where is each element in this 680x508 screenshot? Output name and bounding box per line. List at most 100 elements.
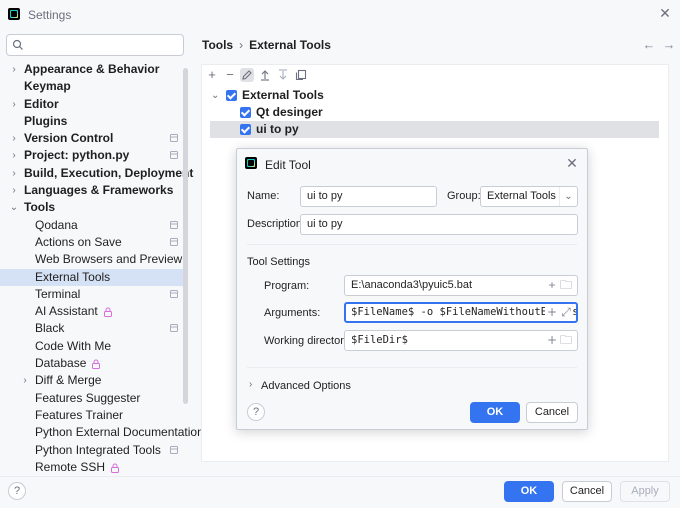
chevron-right-icon[interactable]: ›: [249, 379, 252, 390]
sidebar-item[interactable]: › Languages & Frameworks: [0, 182, 188, 199]
workdir-field-icons: + 🗀: [545, 331, 573, 350]
sidebar-item[interactable]: › Project: python.py: [0, 147, 188, 164]
pycharm-app-icon: [8, 8, 20, 20]
sidebar-item-label: Diff & Merge: [35, 373, 102, 388]
copy-icon[interactable]: [294, 68, 308, 82]
settings-cancel-button[interactable]: Cancel: [562, 481, 612, 502]
settings-help-button[interactable]: ?: [8, 482, 26, 500]
sidebar-item[interactable]: Code With Me: [0, 338, 188, 355]
program-field[interactable]: E:\anaconda3\pyuic5.bat + 🗀: [344, 275, 578, 296]
sidebar-item-label: Version Control: [24, 131, 114, 146]
chevron-right-icon[interactable]: ›: [9, 182, 19, 199]
sidebar-item[interactable]: Database: [0, 355, 188, 372]
browse-folder-icon[interactable]: 🗀: [559, 331, 573, 350]
remove-icon[interactable]: −: [223, 68, 237, 82]
settings-tree: › Appearance & Behavior Keymap › Editor Plugi…: [0, 61, 204, 476]
arguments-label: Arguments:: [264, 307, 321, 319]
tool-item-label: ui to py: [256, 122, 299, 136]
sidebar-item[interactable]: Terminal: [0, 286, 188, 303]
arguments-field-icons: + ⤢: [545, 304, 573, 321]
sidebar-item[interactable]: Web Browsers and Preview: [0, 251, 188, 268]
sidebar-item[interactable]: › Diff & Merge: [0, 372, 188, 389]
advanced-options-toggle[interactable]: Advanced Options: [261, 380, 351, 392]
tool-item-row[interactable]: Qt desinger: [202, 104, 668, 121]
move-down-icon[interactable]: [276, 68, 290, 82]
chevron-right-icon[interactable]: ›: [9, 61, 19, 78]
back-arrow-icon[interactable]: ←: [642, 38, 656, 52]
edit-icon[interactable]: [240, 68, 254, 82]
insert-macro-icon[interactable]: +: [545, 331, 559, 350]
sidebar-item[interactable]: ⌄ Tools: [0, 199, 188, 216]
name-field[interactable]: ui to py: [300, 186, 437, 207]
tool-group-row[interactable]: ⌄ External Tools: [202, 87, 668, 104]
breadcrumb-parent[interactable]: Tools: [202, 38, 233, 52]
chevron-down-icon[interactable]: ⌄: [9, 199, 19, 216]
sidebar-item-label: Terminal: [35, 286, 81, 301]
insert-macro-icon[interactable]: +: [545, 304, 559, 321]
sidebar-item-label: Plugins: [24, 113, 68, 128]
group-checkbox[interactable]: [226, 90, 237, 101]
sidebar-item[interactable]: Remote SSH: [0, 459, 188, 476]
sidebar-item[interactable]: Python Integrated Tools: [0, 442, 188, 459]
divider: [247, 244, 577, 245]
sidebar-item[interactable]: Python External Documentation: [0, 424, 204, 441]
program-value: E:\anaconda3\pyuic5.bat: [351, 279, 473, 291]
project-settings-icon: [170, 445, 178, 454]
forward-arrow-icon[interactable]: →: [662, 38, 676, 52]
title-bar: Settings ✕: [0, 0, 680, 28]
chevron-down-icon[interactable]: ⌄: [211, 87, 219, 104]
tool-item-row-selected[interactable]: ui to py: [210, 121, 659, 138]
sidebar-item-label: Editor: [24, 96, 59, 111]
chevron-right-icon[interactable]: ›: [9, 147, 19, 164]
sidebar-item[interactable]: Features Suggester: [0, 390, 188, 407]
sidebar-item-label: Web Browsers and Preview: [35, 252, 183, 267]
expand-icon[interactable]: ⤢: [559, 304, 573, 321]
sidebar-item-label: Project: python.py: [24, 148, 130, 163]
move-up-icon[interactable]: [258, 68, 272, 82]
add-icon[interactable]: +: [205, 68, 219, 82]
chevron-right-icon[interactable]: ›: [9, 130, 19, 147]
description-label: Description:: [247, 218, 306, 230]
sidebar-item[interactable]: Keymap: [0, 78, 188, 95]
sidebar-item[interactable]: › Appearance & Behavior: [0, 61, 188, 78]
tool-checkbox[interactable]: [240, 124, 251, 135]
sidebar-item[interactable]: Features Trainer: [0, 407, 188, 424]
chevron-right-icon[interactable]: ›: [9, 165, 19, 182]
sidebar-scrollbar[interactable]: [183, 68, 188, 404]
sidebar-item[interactable]: › Version Control: [0, 130, 188, 147]
tool-checkbox[interactable]: [240, 107, 251, 118]
dialog-ok-button[interactable]: OK: [470, 402, 520, 423]
group-select[interactable]: External Tools ⌄: [480, 186, 578, 207]
sidebar-item[interactable]: Plugins: [0, 113, 188, 130]
search-input[interactable]: [6, 34, 184, 56]
dialog-cancel-button[interactable]: Cancel: [526, 402, 578, 423]
working-directory-field[interactable]: $FileDir$ + 🗀: [344, 330, 578, 351]
project-settings-icon: [170, 237, 178, 246]
project-settings-icon: [170, 289, 178, 298]
window-close-icon[interactable]: ✕: [658, 6, 672, 20]
footer-divider: [0, 476, 680, 477]
project-settings-icon: [170, 134, 178, 143]
sidebar-item[interactable]: › Build, Execution, Deployment: [0, 165, 193, 182]
settings-sidebar: › Appearance & Behavior Keymap › Editor Plugi…: [0, 28, 204, 476]
dialog-help-button[interactable]: ?: [247, 403, 265, 421]
chevron-down-icon[interactable]: ⌄: [559, 187, 577, 206]
sidebar-item[interactable]: AI Assistant: [0, 303, 188, 320]
chevron-right-icon[interactable]: ›: [20, 372, 30, 389]
sidebar-item[interactable]: Actions on Save: [0, 234, 188, 251]
browse-folder-icon[interactable]: 🗀: [559, 276, 573, 295]
dialog-close-icon[interactable]: ✕: [565, 155, 579, 172]
sidebar-item[interactable]: Qodana: [0, 217, 188, 234]
sidebar-item[interactable]: › Editor: [0, 96, 188, 113]
sidebar-item[interactable]: External Tools: [0, 268, 188, 286]
settings-apply-button[interactable]: Apply: [620, 481, 670, 502]
arguments-field[interactable]: $FileName$ -o $FileNameWithoutExtension …: [344, 302, 578, 323]
tool-settings-label: Tool Settings: [247, 256, 310, 268]
insert-macro-icon[interactable]: +: [545, 276, 559, 295]
settings-ok-button[interactable]: OK: [504, 481, 554, 502]
chevron-right-icon[interactable]: ›: [9, 96, 19, 113]
sidebar-item[interactable]: Black: [0, 320, 188, 337]
description-field[interactable]: ui to py: [300, 214, 578, 235]
sidebar-item-label: Python External Documentation: [35, 425, 204, 440]
window-title: Settings: [28, 8, 72, 22]
